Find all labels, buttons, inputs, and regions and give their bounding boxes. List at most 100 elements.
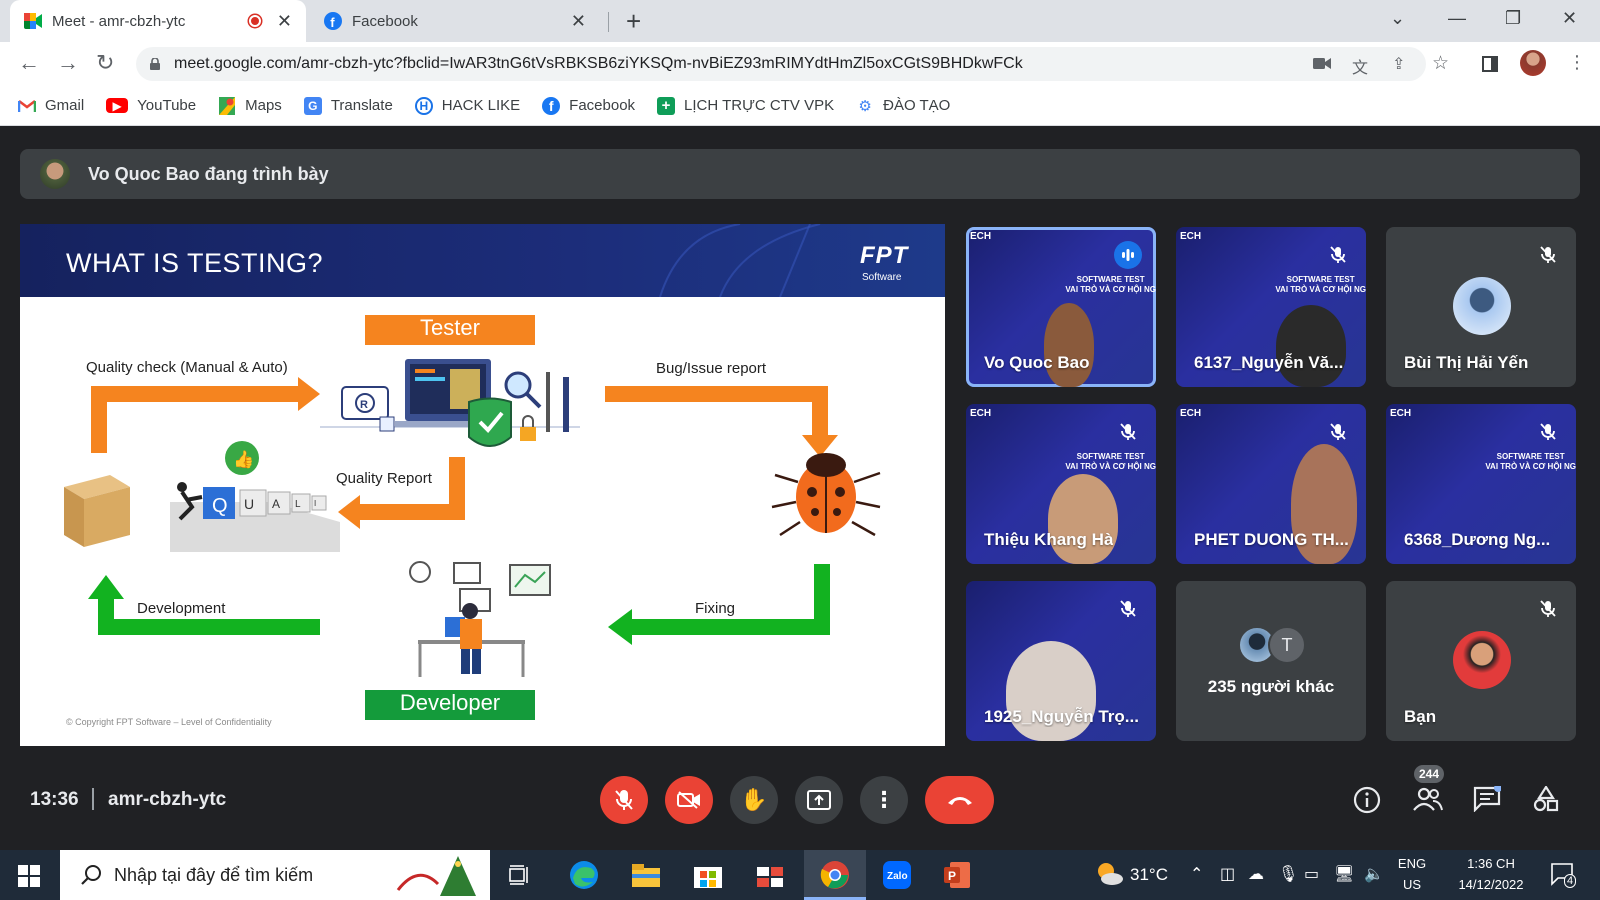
participant-video: [1048, 474, 1118, 564]
app-grid-icon[interactable]: [753, 858, 787, 892]
tab-strip: Meet - amr-cbzh-ytc ✕ f Facebook ✕ + ⌄ —…: [0, 0, 1600, 42]
bookmark-hack-like[interactable]: H HACK LIKE: [414, 96, 520, 115]
video-banner-line: VAI TRÒ VÀ CƠ HỘI NG: [1485, 462, 1576, 471]
microphone-tray-icon[interactable]: 🎙: [1278, 864, 1298, 884]
side-panel-icon[interactable]: [1482, 56, 1498, 72]
tab-title: Facebook: [352, 12, 418, 30]
sheets-icon: +: [657, 96, 676, 115]
participant-tile[interactable]: ECH SOFTWARE TEST VAI TRÒ VÀ CƠ HỘI NG Vo…: [966, 227, 1156, 387]
tab-meet[interactable]: Meet - amr-cbzh-ytc ✕: [10, 0, 306, 42]
taskbar-search-box[interactable]: Nhập tại đây để tìm kiếm: [60, 850, 490, 900]
address-bar[interactable]: meet.google.com/amr-cbzh-ytc?fbclid=IwAR…: [136, 47, 1426, 81]
video-banner-line: VAI TRÒ VÀ CƠ HỘI NG: [1275, 285, 1366, 294]
participant-tile[interactable]: ECH PHET DUONG TH...: [1176, 404, 1366, 564]
participant-tile[interactable]: Bùi Thị Hải Yến: [1386, 227, 1576, 387]
tab-search-icon[interactable]: ⌄: [1390, 8, 1405, 29]
search-highlight-illustration: [396, 856, 476, 896]
bookmark-label: Facebook: [569, 97, 636, 114]
meet-now-icon[interactable]: ◫: [1220, 864, 1235, 884]
minimize-icon[interactable]: —: [1448, 8, 1466, 29]
participant-name: Bạn: [1404, 707, 1437, 726]
chat-button[interactable]: [1473, 784, 1502, 817]
present-button[interactable]: [795, 776, 843, 824]
restore-icon[interactable]: ❐: [1505, 8, 1521, 29]
participant-tile[interactable]: ECH SOFTWARE TEST VAI TRÒ VÀ CƠ HỘI NG 63…: [1386, 404, 1576, 564]
bookmark-youtube[interactable]: ▶ YouTube: [106, 97, 196, 114]
video-banner-text: SOFTWARE TEST VAI TRÒ VÀ CƠ HỘI NG: [1065, 275, 1156, 295]
meeting-code[interactable]: amr-cbzh-ytc: [108, 789, 226, 811]
close-tab-icon[interactable]: ✕: [277, 11, 292, 32]
task-view-icon[interactable]: [503, 858, 537, 892]
bookmark-facebook[interactable]: f Facebook: [542, 96, 636, 115]
battery-icon[interactable]: ▭: [1304, 864, 1319, 884]
quality-letter: U: [244, 496, 254, 512]
bookmark-translate[interactable]: G Translate: [303, 96, 393, 115]
weather-temperature[interactable]: 31°C: [1130, 865, 1168, 885]
svg-text:P: P: [948, 869, 956, 883]
bug-illustration: [771, 453, 881, 537]
more-participants-tile[interactable]: T 235 người khác: [1176, 581, 1366, 741]
reload-icon[interactable]: ↻: [96, 50, 114, 76]
tab-facebook[interactable]: f Facebook ✕: [310, 0, 600, 42]
profile-avatar[interactable]: [1520, 50, 1546, 76]
meeting-details-button[interactable]: [1353, 786, 1381, 819]
new-tab-icon[interactable]: +: [626, 6, 641, 37]
taskbar-clock[interactable]: 1:36 CH 14/12/2022: [1446, 856, 1536, 892]
divider: [92, 788, 94, 810]
raise-hand-button[interactable]: ✋: [730, 776, 778, 824]
microsoft-store-icon[interactable]: [691, 858, 725, 892]
windows-logo-icon: [18, 865, 40, 887]
toggle-camera-button[interactable]: [665, 776, 713, 824]
file-explorer-icon[interactable]: [629, 858, 663, 892]
volume-icon[interactable]: 🔈: [1364, 864, 1384, 884]
participant-tile[interactable]: 1925_Nguyễn Trọ...: [966, 581, 1156, 741]
mic-off-icon: [615, 790, 633, 810]
more-options-button[interactable]: ⋮: [860, 776, 908, 824]
participant-name: Bùi Thị Hải Yến: [1404, 353, 1529, 372]
hang-up-icon: [947, 797, 972, 805]
forward-icon[interactable]: →: [57, 50, 79, 76]
edge-browser-icon[interactable]: [567, 858, 601, 892]
windows-start-button[interactable]: [18, 865, 40, 892]
toggle-mic-button[interactable]: [600, 776, 648, 824]
language-indicator[interactable]: ENG US: [1392, 856, 1432, 892]
chrome-icon[interactable]: [818, 858, 852, 892]
participant-initial-avatar: T: [1268, 626, 1306, 664]
participant-name: PHET DUONG TH...: [1194, 530, 1349, 549]
translate-page-icon[interactable]: 文: [1352, 54, 1368, 78]
show-hidden-icons-icon[interactable]: ⌃: [1190, 864, 1203, 884]
clock-time: 1:36 CH: [1467, 856, 1515, 871]
activities-button[interactable]: [1533, 784, 1559, 817]
bookmark-gmail[interactable]: Gmail: [18, 97, 84, 115]
mic-muted-icon: [1324, 241, 1352, 269]
bookmark-dao-tao[interactable]: ⚙ ĐÀO TẠO: [856, 97, 950, 115]
mic-muted-icon: [1534, 241, 1562, 269]
training-icon: ⚙: [858, 97, 872, 115]
zalo-icon[interactable]: Zalo: [880, 858, 914, 892]
camera-in-use-icon[interactable]: [1313, 57, 1331, 70]
bookmark-maps[interactable]: Maps: [218, 96, 282, 115]
people-button[interactable]: [1413, 786, 1443, 817]
bookmark-star-icon[interactable]: ☆: [1432, 52, 1449, 75]
mic-muted-icon: [1114, 418, 1142, 446]
menu-icon[interactable]: ⋮: [1568, 52, 1586, 73]
close-window-icon[interactable]: ✕: [1562, 8, 1577, 29]
self-tile[interactable]: Bạn: [1386, 581, 1576, 741]
notifications-button[interactable]: 4: [1550, 862, 1577, 891]
bug-report-label: Bug/Issue report: [656, 360, 767, 377]
participant-tile[interactable]: ECH SOFTWARE TEST VAI TRÒ VÀ CƠ HỘI NG Th…: [966, 404, 1156, 564]
powerpoint-icon[interactable]: P: [940, 858, 974, 892]
leave-call-button[interactable]: [925, 776, 994, 824]
onedrive-icon[interactable]: ☁: [1248, 864, 1264, 884]
self-avatar: [1453, 631, 1511, 689]
close-tab-icon[interactable]: ✕: [571, 11, 586, 32]
back-icon[interactable]: ←: [18, 50, 40, 76]
bookmark-lich-truc[interactable]: + LỊCH TRỰC CTV VPK: [657, 96, 834, 115]
slide-header: WHAT IS TESTING? FPT Software: [20, 224, 945, 297]
network-icon[interactable]: 🖥: [1334, 864, 1354, 884]
weather-icon[interactable]: [1094, 859, 1124, 892]
mic-muted-icon: [1324, 418, 1352, 446]
participant-tile[interactable]: ECH SOFTWARE TEST VAI TRÒ VÀ CƠ HỘI NG 61…: [1176, 227, 1366, 387]
share-icon[interactable]: ⇪: [1392, 54, 1405, 74]
fixing-arrow: [630, 564, 830, 635]
